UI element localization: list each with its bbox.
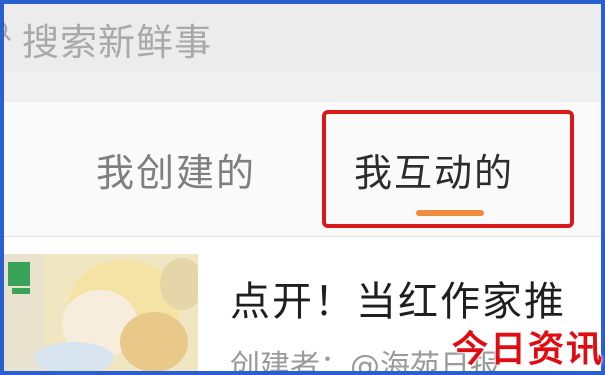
search-input[interactable]: 搜索新鲜事 xyxy=(22,12,212,66)
screenshot-frame: 搜索新鲜事 我创建的 我互动的 点开！当红作家推 创建者：@海苑日报 xyxy=(4,4,601,371)
search-bar[interactable]: 搜索新鲜事 xyxy=(4,4,601,72)
section-divider xyxy=(4,72,601,102)
active-tab-indicator xyxy=(416,210,484,216)
tab-interacted[interactable]: 我互动的 xyxy=(354,142,514,197)
tab-bar: 我创建的 我互动的 xyxy=(4,102,601,237)
card-title[interactable]: 点开！当红作家推 xyxy=(230,269,566,327)
card-thumbnail xyxy=(4,254,198,371)
tab-created[interactable]: 我创建的 xyxy=(96,142,256,197)
watermark-logo: 今日资讯 xyxy=(452,329,605,370)
search-icon xyxy=(4,20,12,42)
